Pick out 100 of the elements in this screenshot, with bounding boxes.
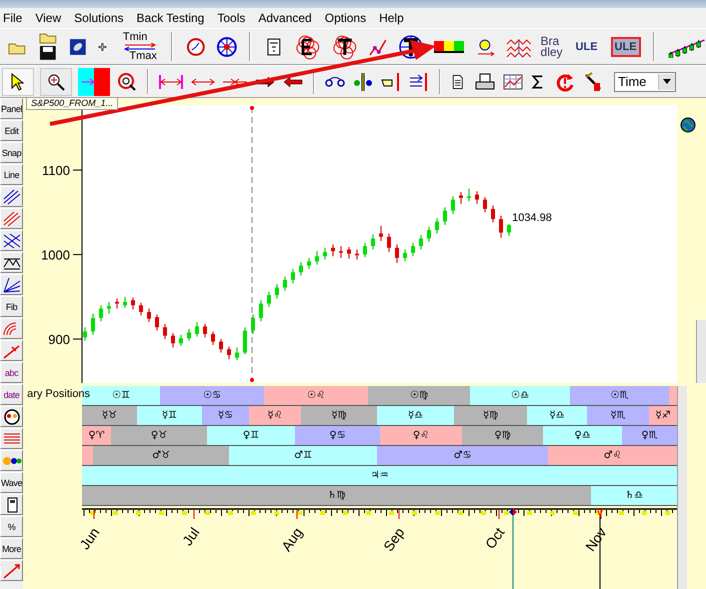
month-label: Sep [380,524,408,554]
planet-sign-segment: ☿♍ [301,406,378,425]
menu-item[interactable]: View [35,11,62,25]
candle [507,224,512,236]
tool-button[interactable]: Fib [0,296,24,317]
color-blocks-icon[interactable] [434,40,464,52]
fan-lines-icon [2,276,22,292]
dropdown-caret-icon [663,79,671,84]
zoom-icon[interactable] [47,72,65,90]
planet-sign-segment: ☉♎ [470,386,570,405]
candle [211,330,216,346]
tool-button[interactable]: date [0,384,24,405]
tool-button[interactable] [0,274,24,295]
printer-icon[interactable] [474,70,496,92]
planet-sign-segment: ☉♌ [264,386,368,405]
candle [83,326,88,342]
planet-sign-segment: ♂♉ [93,446,230,465]
candle [371,234,376,250]
tool-button[interactable]: Panel [0,98,24,119]
planet-circle-icon [2,408,22,424]
candle [283,276,288,292]
candle [99,304,104,322]
planet-sign-segment: ♀♊ [207,426,296,445]
tool-button[interactable] [0,230,24,251]
menu-item[interactable]: Options [324,11,366,25]
tmin-tmax-button[interactable]: Tmin Tmax [120,32,159,62]
scrollbar[interactable] [696,320,706,383]
month-label: Jul [179,524,203,548]
tool-button[interactable] [0,252,24,273]
planet-sign-segment: ♂♊ [229,446,378,465]
candle [467,188,472,202]
candle [443,206,448,226]
dashed-marker-line[interactable] [250,106,254,382]
candle [195,322,200,338]
planet-sign-segment: ♄♎ [591,486,678,505]
planet-sign-segment: ☿♏ [587,406,650,425]
planet-sign-segment: ☿♊ [137,406,202,425]
tool-button[interactable] [0,450,24,471]
target-zoom-icon[interactable] [116,70,138,92]
candle [347,246,352,260]
candle [171,332,176,348]
planet-sign-segment: ♀♏ [622,426,678,445]
tool-button[interactable]: abc [0,362,24,383]
menu-item[interactable]: Tools [217,11,246,25]
menu-item[interactable]: Advanced [258,11,312,25]
crossed-lines-icon [2,232,22,248]
candle [203,323,208,338]
candle [179,334,184,346]
menu-item[interactable]: File [3,11,22,25]
clock-icon[interactable] [184,36,207,58]
menu-item[interactable]: Back Testing [136,11,204,25]
chart-tab[interactable]: S&P500_FROM_1... [26,97,118,110]
arrows-to-line-icon[interactable] [408,70,430,92]
candle [131,297,136,310]
candle [187,328,192,342]
candle [243,326,248,355]
ule-button[interactable]: ULE [610,36,641,56]
horizontal-lines-icon [2,430,22,446]
folder-disk-icon[interactable] [36,32,58,62]
candle [475,190,480,204]
candle [403,249,408,262]
compass-wheel-icon[interactable] [216,36,238,58]
globe-icon[interactable] [680,117,696,133]
tool-button[interactable]: Snap [0,142,24,163]
planet-sign-segment: ♀♎ [543,426,622,445]
planet-sign-segment: ♀♍ [462,426,544,445]
candle [155,314,160,332]
candle [267,291,272,308]
ule-button[interactable]: ULE [572,36,602,56]
planet-sign-segment: ☿♉ [82,406,138,425]
tool-button[interactable]: More [0,538,24,559]
planet-sign-segment: ☉♍ [368,386,470,405]
tool-button[interactable]: Wave [0,472,24,493]
candle [459,192,464,204]
date-marker-line[interactable] [509,508,518,589]
tool-button[interactable]: % [0,516,24,537]
tool-button[interactable] [0,406,24,427]
menu-item[interactable]: Help [379,11,404,25]
angled-line-icon [2,342,22,358]
candle [163,323,168,340]
candle [435,218,440,234]
planet-line-icon[interactable] [352,70,374,92]
menu-item[interactable]: Solutions [74,11,124,25]
planet-sign-segment: ☉♋ [160,386,264,405]
bradley-button[interactable]: Bra dley [540,36,563,58]
tool-button[interactable] [0,186,24,207]
tool-button[interactable]: Line [0,164,24,185]
candle [235,347,240,361]
tool-button[interactable]: Edit [0,120,24,141]
pointer-icon[interactable] [9,72,27,90]
candle [259,300,264,322]
planet-sign-segment: ♀♋ [295,426,380,445]
split-color-icon[interactable] [78,68,110,96]
time-select[interactable]: Time [614,72,676,92]
candle [299,262,304,276]
candle [331,244,336,257]
candle [139,302,144,316]
candle [339,246,344,258]
tool-button[interactable] [0,494,24,515]
candle [427,226,432,242]
